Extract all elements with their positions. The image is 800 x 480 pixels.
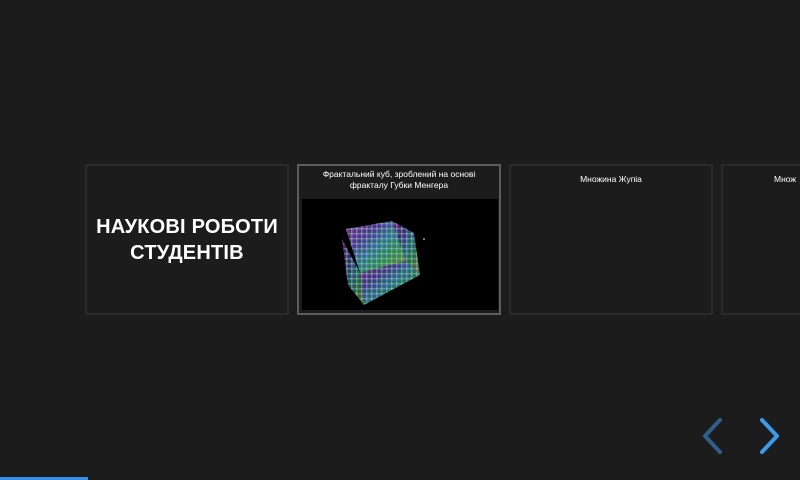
menger-cube-graphic xyxy=(342,221,425,305)
slider-title-card: НАУКОВІ РОБОТИ СТУДЕНТІВ xyxy=(85,164,289,315)
chevron-right-icon xyxy=(760,418,779,454)
prev-slide-button[interactable] xyxy=(698,416,728,456)
slide-caption: Множина Жупіа xyxy=(580,174,642,184)
slider-stage: НАУКОВІ РОБОТИ СТУДЕНТІВ Фрактальний куб… xyxy=(0,0,800,480)
slide-card-julia-set[interactable]: Множина Жупіа xyxy=(509,164,713,315)
slide-caption: Множ xyxy=(774,174,797,184)
slide-card-menger-cube[interactable]: Фрактальний куб, зроблений на основі фра… xyxy=(297,164,501,315)
slider-title-line-2: СТУДЕНТІВ xyxy=(130,241,244,264)
slider-title: НАУКОВІ РОБОТИ СТУДЕНТІВ xyxy=(89,214,285,266)
slide-card-partial[interactable]: Множ xyxy=(721,164,800,315)
slider-title-line-1: НАУКОВІ РОБОТИ xyxy=(96,215,278,238)
chevron-left-icon xyxy=(703,418,722,454)
next-slide-button[interactable] xyxy=(754,416,784,456)
slide-caption: Фрактальний куб, зроблений на основі фра… xyxy=(322,169,476,190)
fractal-cube-image xyxy=(302,199,498,310)
